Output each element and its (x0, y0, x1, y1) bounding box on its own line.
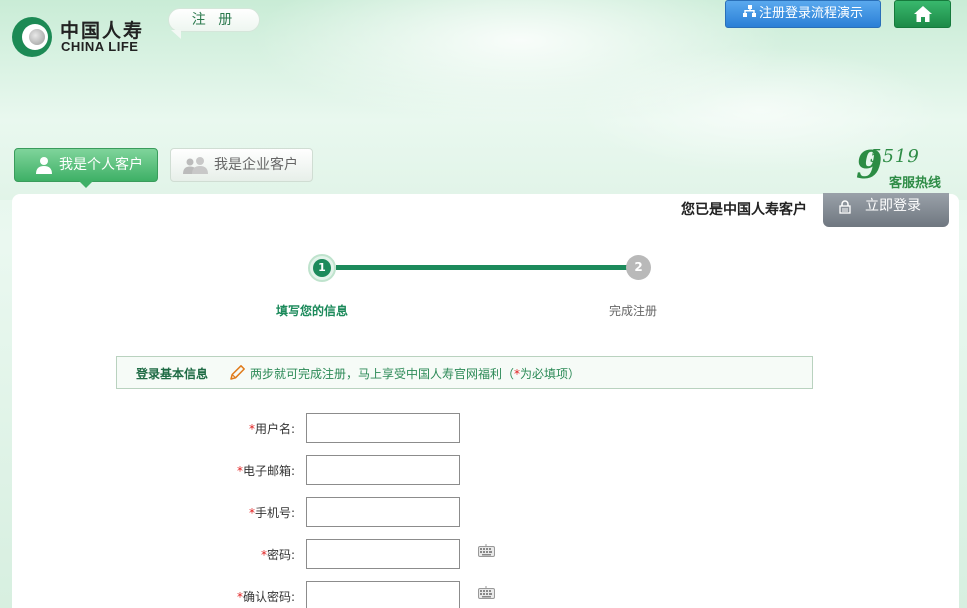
step-1-label: 填写您的信息 (276, 304, 349, 318)
hotline-label: 客服热线 (889, 176, 942, 191)
login-now-button[interactable]: 立即登录 (823, 193, 949, 227)
form-row-email: *电子邮箱: (0, 455, 967, 485)
mobile-label-text: 手机号: (254, 506, 295, 520)
tab-personal-label: 我是个人客户 (59, 157, 143, 173)
email-label-text: 电子邮箱: (242, 464, 295, 478)
mobile-input[interactable] (306, 497, 460, 527)
person-icon (36, 157, 52, 174)
password-input[interactable] (306, 539, 460, 569)
logo-mark-icon (12, 17, 52, 57)
already-customer-text: 您已是中国人寿客户 (681, 202, 807, 218)
hotline-95519: 9 5519 客服热线 (856, 142, 956, 192)
form-row-mobile: *手机号: (0, 497, 967, 527)
logo-english-text: CHINA LIFE (61, 39, 139, 54)
pencil-icon (230, 365, 245, 380)
username-input[interactable] (306, 413, 460, 443)
china-life-logo[interactable]: 中国人寿 CHINA LIFE (12, 14, 182, 58)
register-tab: 注 册 (168, 8, 260, 39)
keyboard-icon[interactable] (478, 544, 495, 557)
tab-personal-customer[interactable]: 我是个人客户 (14, 148, 158, 188)
username-label: *用户名: (249, 420, 295, 437)
confirm-password-input[interactable] (306, 581, 460, 608)
login-now-label: 立即登录 (865, 198, 921, 214)
keyboard-icon[interactable] (478, 586, 495, 599)
password-label: *密码: (261, 546, 295, 563)
username-label-text: 用户名: (254, 422, 295, 436)
register-flow-demo-label: 注册登录流程演示 (758, 6, 863, 21)
step-2-label: 完成注册 (609, 304, 658, 318)
register-flow-demo-button[interactable]: 注册登录流程演示 (725, 0, 881, 28)
basic-info-title: 登录基本信息 (136, 367, 209, 381)
email-label: *电子邮箱: (237, 462, 295, 479)
email-input[interactable] (306, 455, 460, 485)
tab-enterprise-label: 我是企业客户 (214, 157, 298, 173)
form-row-username: *用户名: (0, 413, 967, 443)
step-progress-line (336, 265, 628, 270)
sitemap-icon (743, 1, 757, 27)
confirm-password-label: *确认密码: (237, 588, 295, 605)
hotline-number: 5519 (870, 146, 920, 167)
step-1-marker: 1 (308, 254, 336, 282)
basic-info-tip: 两步就可完成注册，马上享受中国人寿官网福利（*为必填项） (250, 365, 580, 382)
tip-text-before: 两步就可完成注册，马上享受中国人寿官网福利（ (250, 367, 515, 381)
confirm-password-label-text: 确认密码: (242, 590, 295, 604)
step-2-marker: 2 (626, 255, 651, 280)
basic-info-bar: 登录基本信息 两步就可完成注册，马上享受中国人寿官网福利（*为必填项） (116, 356, 813, 389)
form-row-password: *密码: (0, 539, 967, 569)
password-label-text: 密码: (266, 548, 295, 562)
form-row-confirm-password: *确认密码: (0, 581, 967, 608)
mobile-label: *手机号: (249, 504, 295, 521)
home-button[interactable] (894, 0, 951, 28)
step-1-number: 1 (313, 259, 331, 277)
lock-icon (839, 200, 851, 214)
group-icon (183, 157, 208, 174)
tab-enterprise-customer[interactable]: 我是企业客户 (170, 148, 313, 182)
home-icon (914, 6, 932, 22)
tip-text-after: 为必填项） (520, 367, 581, 381)
